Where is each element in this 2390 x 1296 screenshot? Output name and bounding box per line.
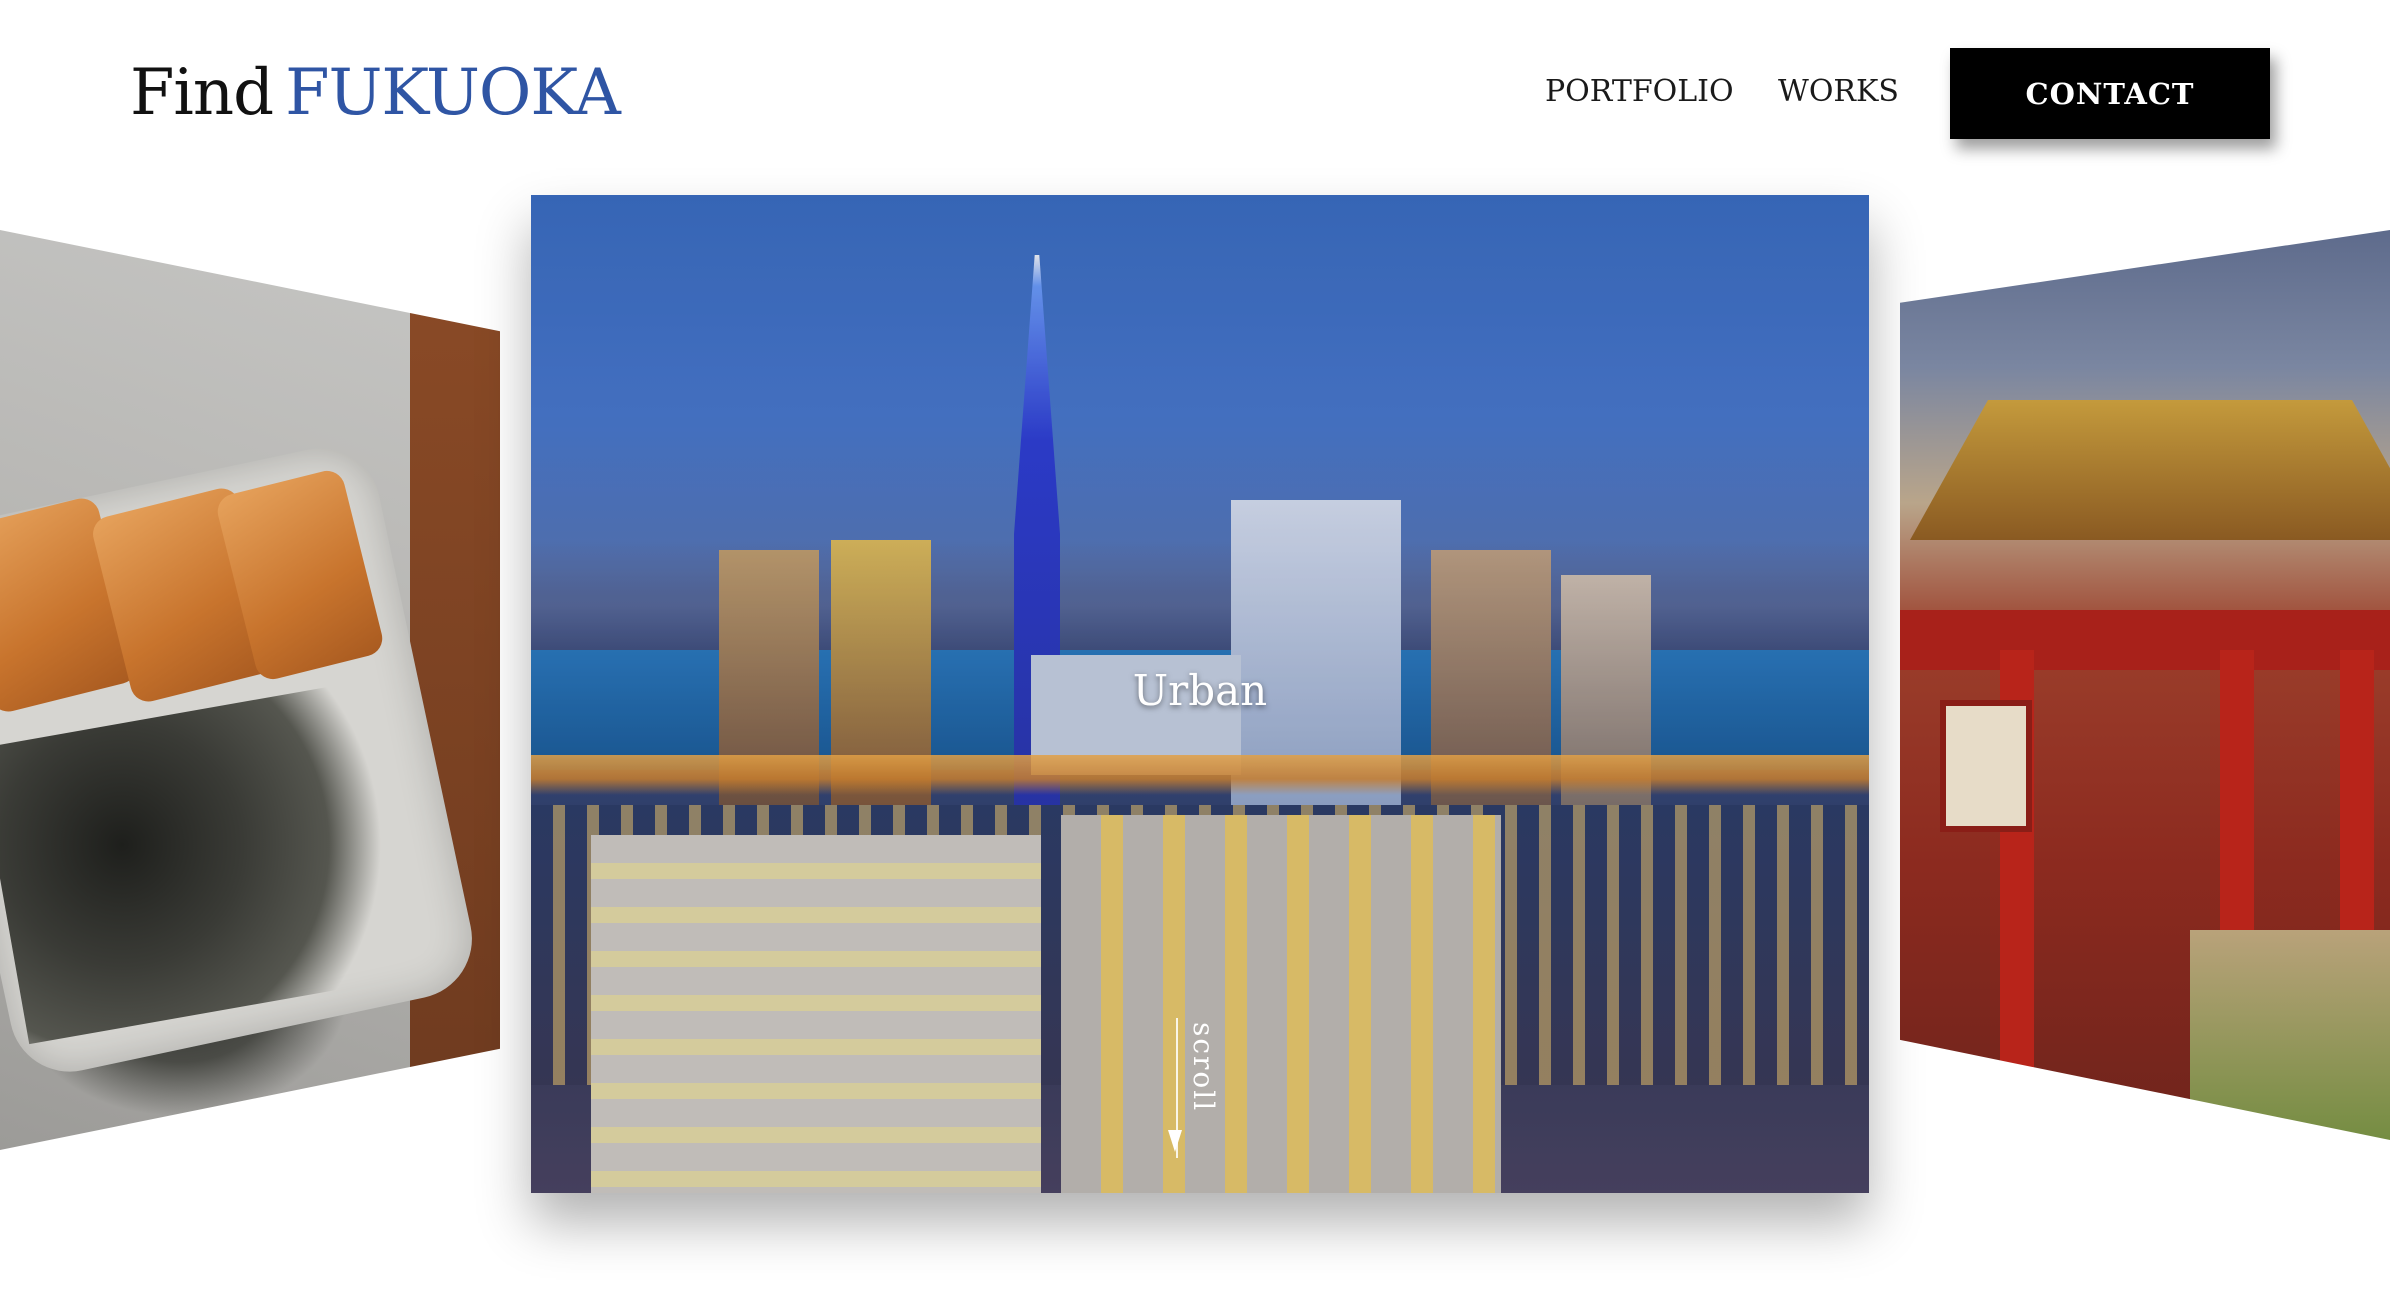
arrow-down-icon — [1168, 1130, 1182, 1152]
shrine-roof — [1910, 400, 2390, 540]
nav-portfolio[interactable]: PORTFOLIO — [1545, 70, 1734, 114]
scroll-indicator[interactable]: scroll — [1168, 1010, 1222, 1160]
scroll-label: scroll — [1187, 1022, 1220, 1113]
image-carousel: Urban scroll — [0, 0, 2390, 1296]
slide-food[interactable] — [0, 230, 500, 1150]
gate-beam — [1900, 610, 2390, 670]
gate-opening — [2190, 930, 2390, 1140]
logo-find: Find — [130, 56, 274, 130]
logo-city: FUKUOKA — [285, 56, 621, 130]
site-logo[interactable]: Find FUKUOKA — [130, 55, 621, 131]
lantern — [1940, 700, 2032, 832]
nav-works[interactable]: WORKS — [1778, 70, 1899, 114]
contact-button[interactable]: CONTACT — [1950, 48, 2270, 139]
slide-title: Urban — [1132, 666, 1268, 715]
slide-shrine[interactable] — [1900, 230, 2390, 1140]
